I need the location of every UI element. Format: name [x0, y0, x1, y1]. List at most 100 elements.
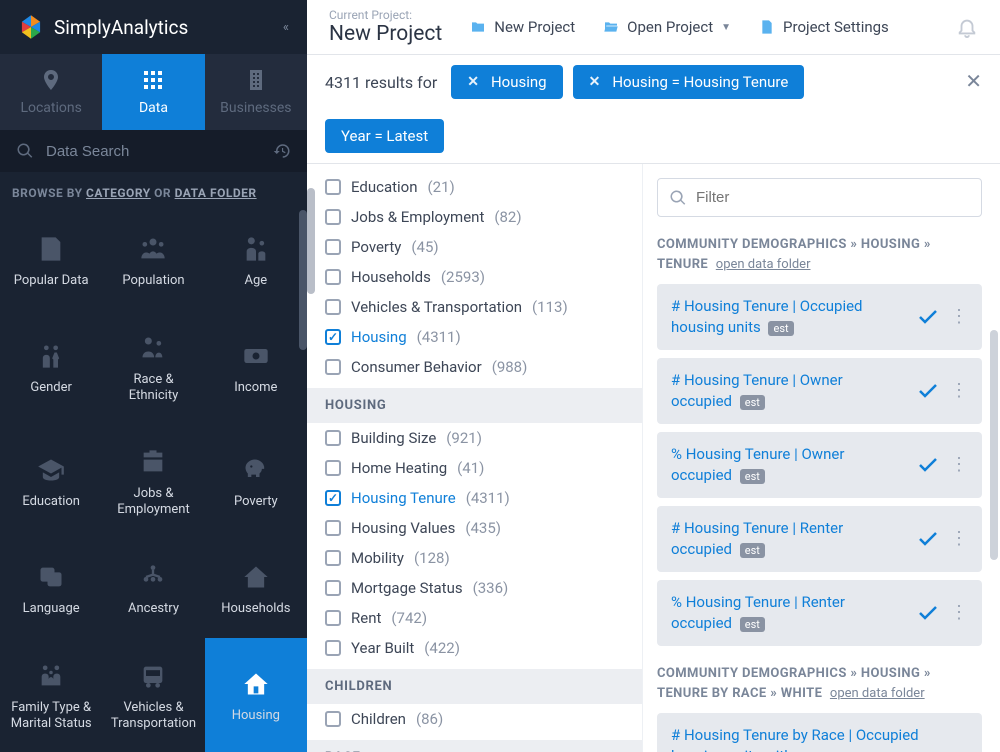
project-settings-button[interactable]: Project Settings	[759, 18, 889, 36]
tab-data[interactable]: Data	[102, 54, 204, 130]
bell-icon[interactable]	[956, 16, 978, 38]
sidebar-scrollbar[interactable]	[299, 210, 307, 350]
cat-vehicles[interactable]: Vehicles & Transportation	[102, 638, 204, 752]
lang-icon	[37, 563, 65, 591]
cat-education[interactable]: Education	[0, 424, 102, 538]
filter-checkbox[interactable]: Jobs & Employment (82)	[307, 202, 642, 232]
est-badge: est	[740, 543, 765, 558]
filter-checkbox[interactable]: Year Built (422)	[307, 633, 642, 663]
variable-card[interactable]: % Housing Tenure | Renter occupied est⋮	[657, 580, 982, 646]
topbar: Current Project: New Project New Project…	[307, 0, 1000, 55]
breadcrumb: COMMUNITY DEMOGRAPHICS » HOUSING » TENUR…	[657, 235, 982, 274]
filter-checkbox[interactable]: Building Size (921)	[307, 423, 642, 453]
open-folder-link[interactable]: open data folder	[830, 686, 925, 701]
open-project-button[interactable]: Open Project ▼	[603, 18, 731, 36]
filter-count: (4311)	[417, 328, 461, 346]
cat-age[interactable]: Age	[205, 210, 307, 310]
variable-card[interactable]: # Housing Tenure | Occupied housing unit…	[657, 284, 982, 350]
cat-popular-data[interactable]: Popular Data	[0, 210, 102, 310]
tab-label: Data	[139, 100, 168, 116]
more-icon[interactable]: ⋮	[950, 534, 968, 545]
content: Education (21)Jobs & Employment (82)Pove…	[307, 164, 1000, 752]
cat-households[interactable]: Households	[205, 538, 307, 638]
checkbox-icon	[325, 179, 341, 195]
search-icon	[669, 189, 687, 207]
tab-locations[interactable]: Locations	[0, 54, 102, 130]
filter-checkbox[interactable]: Housing Values (435)	[307, 513, 642, 543]
filter-checkbox[interactable]: Households (2593)	[307, 262, 642, 292]
search-input[interactable]	[46, 143, 261, 160]
est-badge: est	[768, 321, 793, 336]
pin-icon	[39, 68, 63, 92]
close-panel-icon[interactable]: ✕	[965, 69, 982, 93]
filter-label: Jobs & Employment	[351, 208, 484, 226]
filter-label: Housing Values	[351, 519, 455, 537]
filter-checkbox[interactable]: Housing Tenure (4311)	[307, 483, 642, 513]
filter-label: Vehicles & Transportation	[351, 298, 522, 316]
variable-card[interactable]: # Housing Tenure by Race | Occupied hous…	[657, 713, 982, 752]
cat-gender[interactable]: Gender	[0, 310, 102, 424]
sidebar: SimplyAnalytics « Locations Data Busines…	[0, 0, 307, 752]
chevron-down-icon: ▼	[721, 22, 731, 33]
bus-icon	[139, 662, 167, 690]
filter-checkbox[interactable]: Mortgage Status (336)	[307, 573, 642, 603]
filter-checkbox[interactable]: Children (86)	[307, 704, 642, 734]
filter-wrap	[657, 178, 982, 235]
chip-year-latest[interactable]: Year = Latest	[325, 119, 444, 153]
tab-businesses[interactable]: Businesses	[205, 54, 307, 130]
variable-card[interactable]: # Housing Tenure | Renter occupied est ⋮	[657, 506, 982, 572]
checkbox-icon	[325, 239, 341, 255]
chip-remove-icon[interactable]: ✕	[467, 74, 479, 90]
cat-jobs[interactable]: Jobs & Employment	[102, 424, 204, 538]
browse-folder-link[interactable]: DATA FOLDER	[175, 186, 257, 200]
left-scrollbar[interactable]	[307, 188, 315, 294]
more-icon[interactable]: ⋮	[950, 460, 968, 471]
main-scrollbar[interactable]	[990, 330, 998, 560]
filter-checkbox[interactable]: Housing (4311)	[307, 322, 642, 352]
project-block: Current Project: New Project	[329, 8, 442, 46]
briefcase-icon	[139, 448, 167, 476]
collapse-icon[interactable]: «	[283, 20, 289, 35]
cat-race-ethnicity[interactable]: Race & Ethnicity	[102, 310, 204, 424]
filter-checkbox[interactable]: Poverty (45)	[307, 232, 642, 262]
checkbox-icon	[325, 640, 341, 656]
filter-checkbox[interactable]: Home Heating (41)	[307, 453, 642, 483]
cat-income[interactable]: Income	[205, 310, 307, 424]
new-project-button[interactable]: New Project	[470, 18, 575, 36]
filter-label: Year Built	[351, 639, 414, 657]
variable-text: # Housing Tenure | Renter occupied est	[671, 518, 906, 560]
browse-category-link[interactable]: CATEGORY	[86, 186, 151, 200]
more-icon[interactable]: ⋮	[950, 312, 968, 323]
filter-column: Education (21)Jobs & Employment (82)Pove…	[307, 164, 642, 752]
category-grid: Popular Data Population Age Gender Race …	[0, 210, 307, 752]
variable-card[interactable]: % Housing Tenure | Owner occupied est⋮	[657, 432, 982, 498]
cat-language[interactable]: Language	[0, 538, 102, 638]
cat-poverty[interactable]: Poverty	[205, 424, 307, 538]
chip-housing[interactable]: ✕Housing	[451, 65, 562, 99]
checkbox-icon	[325, 610, 341, 626]
cat-family[interactable]: Family Type & Marital Status	[0, 638, 102, 752]
filter-checkbox[interactable]: Rent (742)	[307, 603, 642, 633]
more-icon[interactable]: ⋮	[950, 386, 968, 397]
more-icon[interactable]: ⋮	[950, 608, 968, 619]
cat-ancestry[interactable]: Ancestry	[102, 538, 204, 638]
history-icon[interactable]	[273, 142, 291, 160]
filter-input[interactable]	[657, 178, 982, 217]
filter-count: (45)	[411, 238, 438, 256]
filter-count: (82)	[494, 208, 521, 226]
results-column: COMMUNITY DEMOGRAPHICS » HOUSING » TENUR…	[642, 164, 1000, 752]
open-folder-link[interactable]: open data folder	[716, 257, 811, 272]
home-icon	[242, 670, 270, 698]
filter-checkbox[interactable]: Vehicles & Transportation (113)	[307, 292, 642, 322]
cat-housing[interactable]: Housing	[205, 638, 307, 752]
filter-checkbox[interactable]: Education (21)	[307, 172, 642, 202]
chip-housing-tenure[interactable]: ✕Housing = Housing Tenure	[573, 65, 805, 99]
cap-icon	[37, 456, 65, 484]
brand-text: SimplyAnalytics	[54, 16, 188, 39]
filter-checkbox[interactable]: Mobility (128)	[307, 543, 642, 573]
variable-card[interactable]: # Housing Tenure | Owner occupied est⋮	[657, 358, 982, 424]
filter-checkbox[interactable]: Consumer Behavior (988)	[307, 352, 642, 382]
checkbox-icon	[325, 209, 341, 225]
chip-remove-icon[interactable]: ✕	[589, 74, 601, 90]
cat-population[interactable]: Population	[102, 210, 204, 310]
